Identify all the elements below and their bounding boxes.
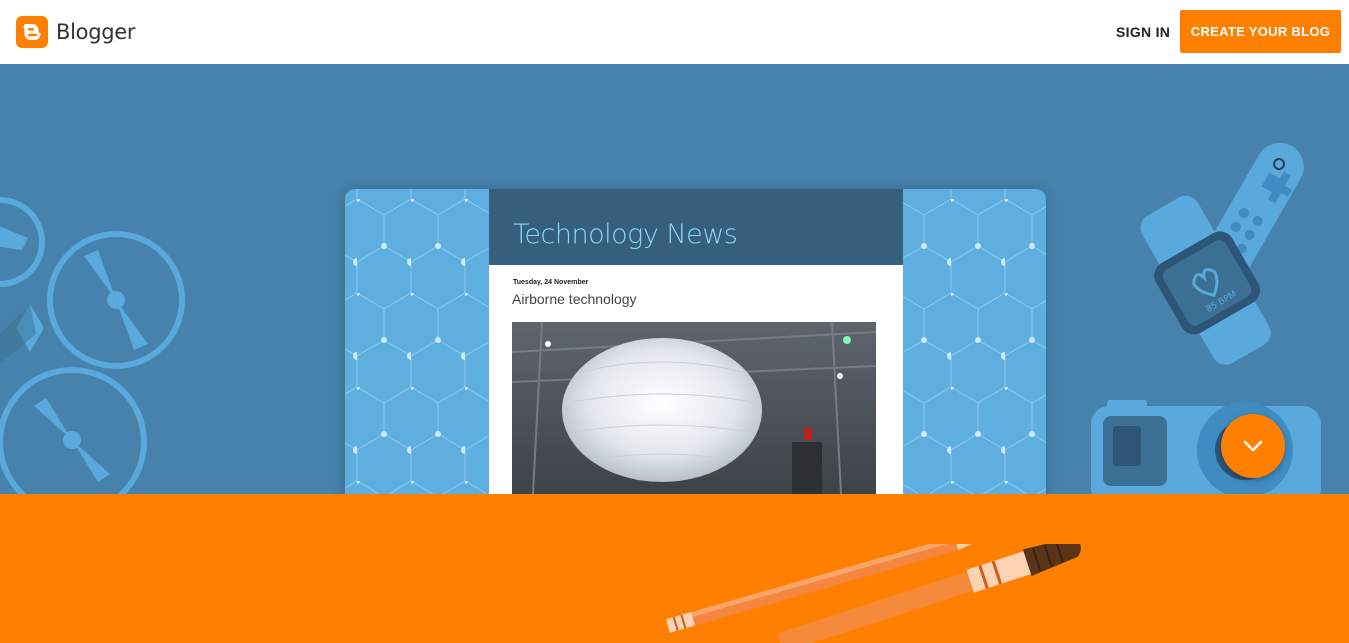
sign-in-link[interactable]: SIGN IN bbox=[1108, 10, 1178, 54]
balloon-image bbox=[512, 322, 876, 494]
blog-template-mockup: Technology News Tuesday, 24 November Air… bbox=[345, 189, 1046, 494]
blog-header: Technology News bbox=[489, 189, 903, 265]
brand-name: Blogger bbox=[56, 20, 136, 44]
pencil-brush-illustration bbox=[666, 544, 1081, 643]
chevron-down-icon bbox=[1243, 440, 1263, 452]
drone-illustration bbox=[0, 197, 185, 494]
post-date: Tuesday, 24 November bbox=[513, 279, 589, 286]
hero-banner: 85 BPM Technology News Tuesday, 24 Novem… bbox=[0, 64, 1349, 494]
post-title: Airborne technology bbox=[512, 291, 637, 307]
gadgets-illustration: 85 BPM bbox=[1091, 142, 1321, 494]
balloon-photo bbox=[512, 322, 876, 494]
blog-title: Technology News bbox=[513, 219, 738, 250]
top-header: Blogger SIGN IN CREATE YOUR BLOG bbox=[0, 0, 1349, 64]
create-blog-button[interactable]: CREATE YOUR BLOG bbox=[1180, 10, 1341, 53]
blogger-logo-icon bbox=[16, 16, 48, 48]
blogger-logo[interactable]: Blogger bbox=[16, 16, 136, 48]
scroll-down-button[interactable] bbox=[1221, 414, 1285, 478]
orange-feature-section bbox=[0, 494, 1349, 643]
blog-preview: Technology News Tuesday, 24 November Air… bbox=[489, 189, 903, 494]
